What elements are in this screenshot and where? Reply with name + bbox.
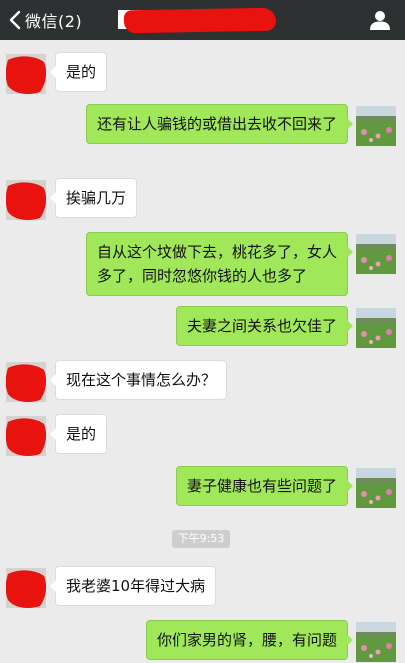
- redacted-avatar: [6, 568, 46, 608]
- message-bubble[interactable]: 你们家男的肾，腰，有问题: [145, 620, 354, 660]
- message-bubble[interactable]: 现在这个事情怎么办？: [49, 360, 228, 400]
- message-bubble[interactable]: 是的: [49, 52, 108, 92]
- redacted-avatar: [6, 54, 46, 94]
- lotus-pond-avatar: [356, 622, 396, 662]
- time-divider: 下午9:53: [172, 530, 230, 548]
- lotus-pond-avatar: [356, 468, 396, 508]
- message-bubble[interactable]: 自从这个坟做下去，桃花多了，女人多了，同时忽悠你钱的人也多了: [86, 232, 353, 296]
- contact-avatar[interactable]: [6, 416, 46, 456]
- back-label: 微信(2): [25, 12, 83, 31]
- message-bubble[interactable]: 夫妻之间关系也欠佳了: [175, 306, 354, 346]
- contact-avatar[interactable]: [6, 568, 46, 608]
- person-icon[interactable]: [369, 9, 391, 31]
- chat-area[interactable]: 是的 还有让人骗钱的或借出去收不回来了 挨骗几万 自从这个坟做下去，桃花多了，女…: [0, 40, 405, 663]
- redacted-avatar: [6, 362, 46, 402]
- lotus-pond-avatar: [356, 308, 396, 348]
- lotus-pond-avatar: [356, 234, 396, 274]
- message-bubble[interactable]: 还有让人骗钱的或借出去收不回来了: [86, 104, 353, 144]
- contact-avatar[interactable]: [6, 54, 46, 94]
- back-button[interactable]: 微信(2): [0, 0, 100, 40]
- chevron-left-icon: [9, 10, 21, 30]
- my-avatar[interactable]: [356, 234, 396, 274]
- message-bubble[interactable]: 妻子健康也有些问题了: [175, 466, 354, 506]
- redacted-avatar: [6, 416, 46, 456]
- title-redaction-mark: [123, 7, 277, 34]
- message-bubble[interactable]: 是的: [49, 414, 108, 454]
- message-bubble[interactable]: 我老婆10年得过大病: [49, 566, 217, 606]
- contact-avatar[interactable]: [6, 180, 46, 220]
- my-avatar[interactable]: [356, 308, 396, 348]
- redacted-avatar: [6, 180, 46, 220]
- navigation-bar: 微信(2) ███████: [0, 0, 405, 40]
- lotus-pond-avatar: [356, 106, 396, 146]
- message-bubble[interactable]: 挨骗几万: [49, 178, 138, 218]
- my-avatar[interactable]: [356, 622, 396, 662]
- my-avatar[interactable]: [356, 106, 396, 146]
- contact-avatar[interactable]: [6, 362, 46, 402]
- my-avatar[interactable]: [356, 468, 396, 508]
